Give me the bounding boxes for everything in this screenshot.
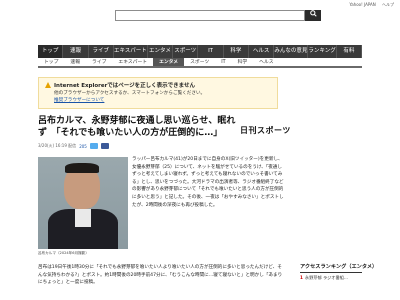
banner-title: Internet Explorerではページを正しく表示できません bbox=[45, 81, 271, 89]
yahoo-news-logo[interactable] bbox=[42, 11, 102, 21]
subnav-item-live[interactable]: ライブ bbox=[86, 58, 112, 66]
search-input[interactable] bbox=[115, 10, 305, 21]
access-ranking: アクセスランキング（エンタメ） 1 永野芽郁 ラジオ番組… bbox=[300, 263, 377, 281]
nav-item-ranking[interactable]: ランキング bbox=[308, 45, 337, 58]
comment-count[interactable]: 205 bbox=[79, 144, 87, 149]
help-link[interactable]: ヘルプ bbox=[382, 2, 394, 7]
subnav-item-health[interactable]: ヘルス bbox=[253, 58, 279, 66]
ranking-title: アクセスランキング（エンタメ） bbox=[300, 263, 377, 273]
nav-item-opinions[interactable]: みんなの意見 bbox=[274, 45, 309, 58]
top-links: Yahoo! JAPAN ヘルプ bbox=[344, 2, 394, 8]
top-bar: Yahoo! JAPAN ヘルプ bbox=[0, 0, 400, 30]
article-photo[interactable] bbox=[38, 157, 128, 249]
yahoo-link[interactable]: Yahoo! JAPAN bbox=[349, 2, 375, 7]
sidebar-ad bbox=[300, 77, 362, 97]
nav-item-top[interactable]: トップ bbox=[38, 45, 64, 58]
photo-collar-shape bbox=[75, 209, 91, 227]
subnav-item-expert[interactable]: エキスパート bbox=[112, 58, 153, 66]
ranking-item[interactable]: 1 永野芽郁 ラジオ番組… bbox=[300, 275, 362, 281]
subnav-item-sports[interactable]: スポーツ bbox=[184, 58, 215, 66]
facebook-share-icon[interactable] bbox=[100, 143, 109, 149]
banner-title-text: Internet Explorerではページを正しく表示できません bbox=[54, 83, 196, 89]
nav-item-it[interactable]: IT bbox=[198, 45, 224, 58]
article-headline: 呂布カルマ、永野芽郁に夜通し思い巡らせ、眠れず 「それでも喰いたい人の方が圧倒的… bbox=[38, 116, 236, 138]
article-lead: ラッパー呂布カルマ(41)が20日までに自身のX(旧ツイッター)を更新し、女優永… bbox=[132, 157, 284, 208]
twitter-share-icon[interactable] bbox=[89, 143, 98, 149]
article-body: 呂布は19日午後1時30分に「それでも永野芽郁を喰いたい人より喰いたい人の方が圧… bbox=[38, 265, 283, 286]
recommended-browser-link[interactable]: 推奨ブラウザーについて bbox=[45, 97, 271, 103]
nav-item-expert[interactable]: エキスパート bbox=[114, 45, 148, 58]
nav-item-health[interactable]: ヘルス bbox=[249, 45, 275, 58]
page: Yahoo! JAPAN ヘルプ トップ 速報 ライブ エキスパート エンタメ … bbox=[0, 0, 400, 300]
source-logo[interactable]: 日刊スポーツ bbox=[240, 125, 291, 136]
sub-nav: トップ 速報 ライブ エキスパート エンタメ スポーツ IT 科学 ヘルス bbox=[38, 58, 362, 68]
subnav-item-entertainment[interactable]: エンタメ bbox=[153, 58, 185, 66]
warning-icon bbox=[45, 82, 51, 88]
nav-item-breaking[interactable]: 速報 bbox=[63, 45, 89, 58]
nav-item-sports[interactable]: スポーツ bbox=[173, 45, 199, 58]
ranking-text: 永野芽郁 ラジオ番組… bbox=[304, 275, 349, 280]
nav-item-entertainment[interactable]: エンタメ bbox=[147, 45, 174, 58]
subnav-item-science[interactable]: 科学 bbox=[232, 58, 254, 66]
browser-warning-banner: Internet Explorerではページを正しく表示できません 他のブラウザ… bbox=[38, 77, 278, 109]
article-meta: 3/20(火) 16:19 配信 205 bbox=[38, 143, 109, 149]
subnav-item-breaking[interactable]: 速報 bbox=[64, 58, 86, 66]
subnav-item-top[interactable]: トップ bbox=[38, 58, 64, 66]
nav-item-live[interactable]: ライブ bbox=[89, 45, 114, 58]
main-nav: トップ 速報 ライブ エキスパート エンタメ スポーツ IT 科学 ヘルス みん… bbox=[38, 45, 363, 58]
subnav-item-it[interactable]: IT bbox=[215, 58, 231, 66]
photo-hair-shape bbox=[65, 163, 99, 173]
nav-item-paid[interactable]: 有料 bbox=[337, 45, 363, 58]
photo-caption: 呂布カルマ（2024年6月撮影） bbox=[38, 251, 89, 255]
nav-item-science[interactable]: 科学 bbox=[224, 45, 250, 58]
article-date: 3/20(火) 16:19 配信 bbox=[38, 143, 77, 148]
ranking-number: 1 bbox=[300, 275, 303, 280]
search-button[interactable] bbox=[305, 10, 321, 21]
search-icon bbox=[309, 10, 317, 17]
